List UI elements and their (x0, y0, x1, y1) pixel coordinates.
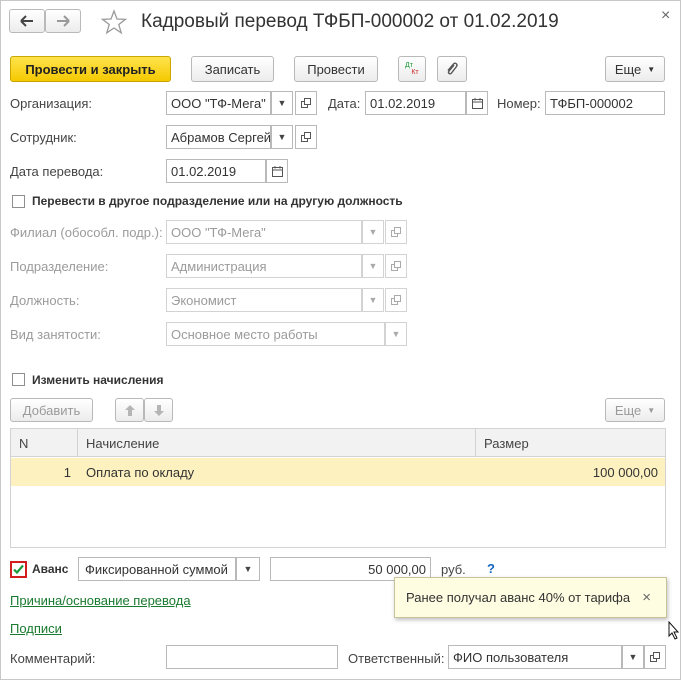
more-label: Еще (614, 61, 642, 77)
chevron-down-icon: ▼ (647, 64, 656, 74)
position-label: Должность: (10, 293, 80, 308)
branch-field: ООО "ТФ-Мега" (166, 220, 362, 244)
employment-field: Основное место работы (166, 322, 385, 346)
org-open-button[interactable] (295, 91, 317, 115)
number-field[interactable]: ТФБП-000002 (545, 91, 665, 115)
post-and-close-button[interactable]: Провести и закрыть (10, 56, 171, 82)
employment-label: Вид занятости: (10, 327, 101, 342)
department-field: Администрация (166, 254, 362, 278)
column-header-accrual[interactable]: Начисление (78, 429, 476, 457)
dtkt-icon-bottom: Кт (411, 69, 419, 76)
employee-field[interactable]: Абрамов Сергей (166, 125, 271, 149)
open-icon (391, 227, 401, 237)
document-window: Кадровый перевод ТФБП-000002 от 01.02.20… (0, 0, 681, 680)
star-icon[interactable] (100, 9, 128, 35)
advance-tooltip: Ранее получал аванс 40% от тарифа × (394, 577, 667, 618)
employment-dropdown-button: ▼ (385, 322, 407, 346)
column-header-n[interactable]: N (11, 429, 78, 457)
attach-button[interactable] (437, 56, 467, 82)
responsible-field[interactable]: ФИО пользователя (448, 645, 622, 669)
employee-dropdown-button[interactable]: ▼ (271, 125, 293, 149)
grid-more-label: Еще (614, 402, 642, 418)
transfer-checkbox[interactable] (12, 195, 25, 208)
calendar-icon (271, 165, 283, 177)
currency-label: руб. (441, 562, 466, 577)
arrow-up-icon (124, 404, 135, 416)
advance-label: Аванс (32, 562, 69, 576)
advance-mode-dropdown-button[interactable]: ▼ (236, 557, 260, 581)
open-icon (301, 98, 311, 108)
advance-mode-field[interactable]: Фиксированной суммой (78, 557, 236, 581)
open-icon (391, 261, 401, 271)
dtkt-icon-top: Дт (405, 62, 413, 69)
transfer-date-calendar-button[interactable] (266, 159, 288, 183)
branch-label: Филиал (обособл. подр.): (10, 225, 163, 240)
row-amount: 100 000,00 (592, 464, 658, 480)
org-field[interactable]: ООО "ТФ-Мега" (166, 91, 271, 115)
calendar-icon (471, 97, 483, 109)
change-accruals-checkbox[interactable] (12, 373, 25, 386)
paperclip-icon (447, 62, 458, 75)
date-label: Дата: (328, 96, 361, 111)
open-icon (301, 132, 311, 142)
arrow-left-icon (20, 15, 33, 27)
position-field: Экономист (166, 288, 362, 312)
employee-label: Сотрудник: (10, 130, 77, 145)
arrow-right-icon (57, 15, 70, 27)
row-accrual-name: Оплата по окладу (86, 464, 195, 480)
department-label: Подразделение: (10, 259, 109, 274)
resize-cursor-icon (668, 620, 680, 644)
comment-label: Комментарий: (10, 651, 96, 666)
tooltip-text: Ранее получал аванс 40% от тарифа (406, 590, 631, 605)
branch-dropdown-button: ▼ (362, 220, 384, 244)
move-down-button (144, 398, 173, 422)
more-button[interactable]: Еще ▼ (605, 56, 665, 82)
responsible-dropdown-button[interactable]: ▼ (622, 645, 644, 669)
comment-field[interactable] (166, 645, 338, 669)
post-button[interactable]: Провести (294, 56, 378, 82)
transfer-date-label: Дата перевода: (10, 164, 104, 179)
department-dropdown-button: ▼ (362, 254, 384, 278)
tooltip-close-icon[interactable]: × (642, 589, 651, 606)
forward-button[interactable] (45, 9, 81, 33)
number-label: Номер: (497, 96, 541, 111)
advance-checkbox[interactable] (10, 561, 27, 578)
table-header: N Начисление Размер (10, 428, 666, 457)
row-number: 1 (63, 464, 71, 480)
accruals-table: N Начисление Размер 1 Оплата по окладу 1… (10, 428, 666, 548)
org-label: Организация: (10, 96, 93, 111)
signatures-link[interactable]: Подписи (10, 621, 62, 636)
responsible-open-button[interactable] (644, 645, 666, 669)
responsible-label: Ответственный: (348, 651, 445, 666)
save-button[interactable]: Записать (191, 56, 274, 82)
date-calendar-button[interactable] (466, 91, 488, 115)
position-open-button (385, 288, 407, 312)
change-accruals-label[interactable]: Изменить начисления (32, 373, 163, 387)
column-header-amount[interactable]: Размер (476, 429, 667, 457)
move-up-button (115, 398, 144, 422)
department-open-button (385, 254, 407, 278)
table-row[interactable]: 1 Оплата по окладу 100 000,00 (11, 458, 665, 486)
help-icon[interactable]: ? (487, 561, 495, 576)
position-dropdown-button: ▼ (362, 288, 384, 312)
page-title: Кадровый перевод ТФБП-000002 от 01.02.20… (141, 11, 559, 32)
checkmark-icon (13, 564, 24, 575)
transfer-reason-link[interactable]: Причина/основание перевода (10, 593, 191, 608)
transfer-checkbox-label[interactable]: Перевести в другое подразделение или на … (32, 194, 403, 208)
open-icon (650, 652, 660, 662)
add-button: Добавить (10, 398, 93, 422)
org-dropdown-button[interactable]: ▼ (271, 91, 293, 115)
chevron-down-icon: ▼ (647, 405, 656, 415)
arrow-down-icon (153, 404, 164, 416)
branch-open-button (385, 220, 407, 244)
grid-more-button: Еще ▼ (605, 398, 665, 422)
employee-open-button[interactable] (295, 125, 317, 149)
close-icon[interactable]: × (661, 7, 670, 25)
transfer-date-field[interactable]: 01.02.2019 (166, 159, 266, 183)
back-button[interactable] (9, 9, 45, 33)
date-field[interactable]: 01.02.2019 (365, 91, 466, 115)
dtkt-button[interactable]: Дт Кт (398, 56, 426, 82)
open-icon (391, 295, 401, 305)
